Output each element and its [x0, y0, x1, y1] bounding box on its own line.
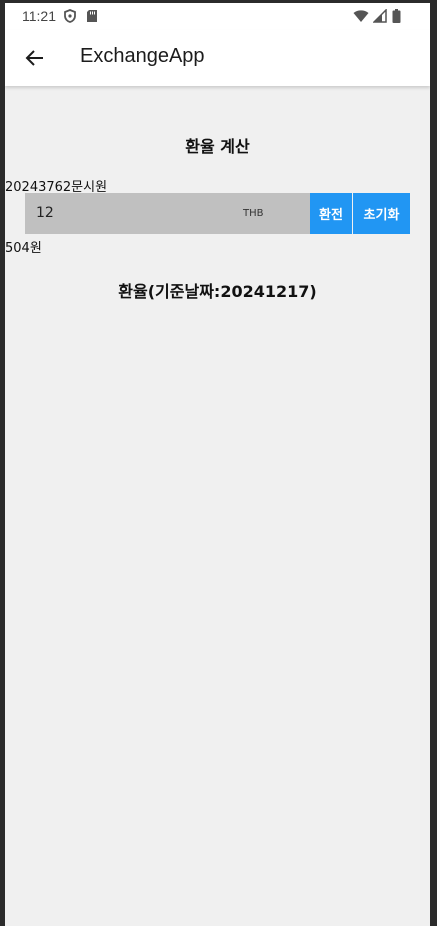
page-heading: 환율 계산 [185, 137, 250, 156]
app-bar: ExchangeApp [5, 30, 430, 86]
status-bar: 11:21 [5, 3, 430, 30]
sd-card-icon [87, 10, 97, 22]
amount-value: 12 [36, 205, 54, 221]
status-time: 11:21 [22, 8, 56, 24]
rate-heading: 환율(기준날짜:20241217) [118, 282, 317, 301]
reset-button[interactable]: 초기화 [353, 193, 410, 234]
app-title: ExchangeApp [80, 45, 205, 67]
arrow-left-icon [25, 50, 43, 66]
convert-button[interactable]: 환전 [310, 193, 352, 234]
currency-label: THB [243, 208, 264, 219]
amount-input[interactable]: 12 THB [25, 193, 310, 234]
battery-icon [392, 9, 401, 23]
input-row: 12 THB 환전 초기화 [25, 193, 410, 234]
signal-icon [373, 9, 387, 23]
wifi-icon [353, 10, 369, 22]
app-screen: 11:21 ExchangeApp 환율 계산 20243762문시원 12 T… [5, 3, 430, 926]
result-text: 504원 [5, 241, 42, 256]
back-button[interactable] [15, 38, 55, 78]
shield-icon [64, 9, 76, 23]
